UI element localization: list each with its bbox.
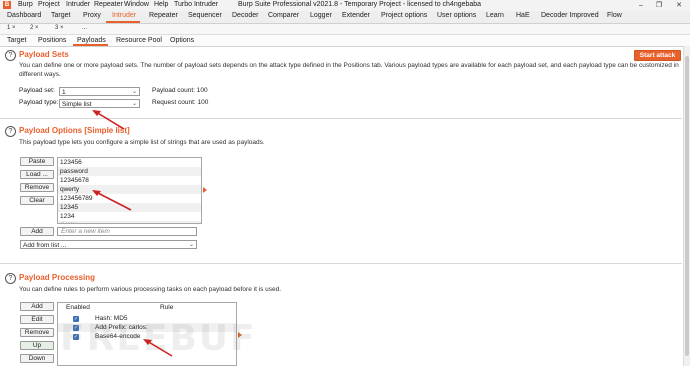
arrowhead-icon (92, 110, 152, 345)
annotation-arrow-list (95, 191, 132, 211)
vertical-scrollbar[interactable] (683, 46, 690, 366)
annotation-arrow-type (95, 111, 125, 130)
annotation-arrow-rule (146, 340, 173, 357)
scrollbar-thumb[interactable] (685, 56, 689, 356)
annotation-arrow-icon (95, 111, 173, 357)
annotation-arrows (92, 110, 173, 357)
